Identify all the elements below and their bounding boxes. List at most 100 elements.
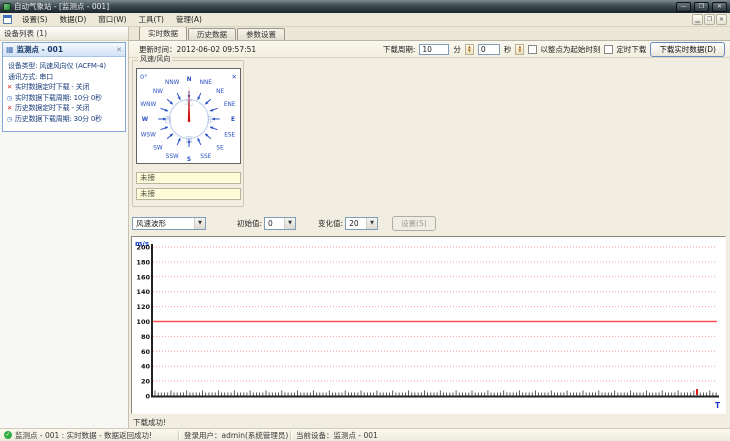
main-area: 设备列表 (1) ▦ 监测点 - 001 ✕ 设备类型: 风速风向仪 (ACFM… (0, 27, 730, 428)
waveform-select[interactable]: 风速波形 ▼ (132, 217, 206, 230)
menu-tools[interactable]: 工具(T) (133, 13, 170, 26)
minimize-icon[interactable]: — (676, 1, 691, 12)
mdi-close-icon[interactable]: ✕ (716, 14, 727, 25)
minutes-input[interactable]: 10 (419, 43, 450, 55)
update-time-label: 更新时间： (139, 44, 177, 54)
device-panel[interactable]: ▦ 监测点 - 001 ✕ 设备类型: 风速风向仪 (ACFM-4) 通讯方式:… (2, 42, 126, 132)
settings-button[interactable]: 设置(S) (392, 216, 436, 231)
wind-group: 风速/风向 0°✕北东南西NNNENEENEEESESESSESSSWSWWSW… (132, 56, 244, 207)
origin-time-label: 以整点为起始时刻 (540, 44, 601, 54)
svg-text:0°: 0° (140, 73, 147, 81)
mdi-window-icon[interactable] (3, 15, 12, 24)
svg-text:40: 40 (141, 363, 151, 371)
svg-text:NW: NW (153, 89, 163, 95)
initial-value-label: 初始值: (237, 219, 263, 228)
content-panel: 实时数据 历史数据 参数设置 更新时间： 2012-06-02 09:57:51… (129, 27, 730, 428)
menu-settings[interactable]: 设置(S) (16, 13, 54, 26)
svg-text:NE: NE (216, 89, 224, 95)
off-icon: ✕ (6, 104, 13, 112)
device-type-line: 设备类型: 风速风向仪 (ACFM-4) (8, 62, 106, 71)
delta-value-select[interactable]: 20 ▼ (345, 217, 379, 230)
seconds-stepper[interactable]: ▲ ▼ (515, 43, 525, 55)
svg-text:160: 160 (136, 273, 150, 281)
app-window: 自动气象站 - [监测点 - 001] — ❐ ✕ 设置(S) 数据(D) 窗口… (0, 0, 730, 441)
device-table-icon: ▦ (6, 44, 14, 54)
download-controls: 下载周期: 10 分 ▲ ▼ 0 秒 ▲ ▼ 以整点为起始时刻 定时下载 下载实… (382, 41, 725, 57)
device-panel-title: 监测点 - 001 (16, 45, 64, 54)
chevron-down-icon[interactable]: ▼ (284, 218, 296, 229)
download-cycle-label: 下载周期: (382, 44, 416, 54)
seconds-input[interactable]: 0 (477, 43, 500, 55)
svg-text:E: E (231, 117, 235, 123)
svg-text:SSE: SSE (200, 154, 211, 160)
statusbar-current-device: 当前设备：监测点 - 001 (296, 430, 378, 440)
close-icon[interactable]: ✕ (712, 1, 727, 12)
chevron-down-icon[interactable]: ▼ (194, 218, 205, 229)
svg-text:100: 100 (136, 318, 150, 326)
window-title: 自动气象站 - [监测点 - 001] (14, 2, 110, 11)
initial-value-select[interactable]: 0 ▼ (264, 217, 297, 230)
svg-text:SE: SE (216, 146, 224, 152)
spin-down-icon: ▼ (467, 48, 471, 53)
svg-text:120: 120 (136, 303, 150, 311)
device-panel-body: 设备类型: 风速风向仪 (ACFM-4) 通讯方式: 串口 ✕ 实时数据定时下载… (3, 57, 125, 131)
menu-bar: 设置(S) 数据(D) 窗口(W) 工具(T) 管理(A) ▁ ❐ ✕ (0, 13, 730, 27)
delta-value-label: 变化值: (318, 219, 344, 228)
off-icon: ✕ (6, 83, 13, 91)
download-status-message: 下载成功! (133, 418, 167, 427)
statusbar-login-user: 登录用户：admin(系统管理员) (184, 430, 289, 440)
svg-text:60: 60 (141, 348, 151, 356)
origin-time-checkbox[interactable] (528, 44, 538, 54)
titlebar: 自动气象站 - [监测点 - 001] — ❐ ✕ (0, 0, 730, 13)
waveform-chart: m/s 0 20 40 60 80 100 120 140 160 180 200 T (131, 236, 726, 414)
wind-group-label: 风速/风向 (138, 55, 173, 63)
wind-compass: 0°✕北东南西NNNENEENEEESESESSESSSWSWWSWWWNWNW… (136, 68, 241, 164)
svg-text:✕: ✕ (232, 73, 237, 81)
mdi-window-buttons: ▁ ❐ ✕ (692, 14, 727, 25)
timed-download-label: 定时下载 (616, 44, 647, 54)
minutes-stepper[interactable]: ▲ ▼ (464, 43, 474, 55)
svg-text:200: 200 (136, 244, 150, 252)
svg-text:WNW: WNW (140, 102, 156, 108)
chevron-down-icon[interactable]: ▼ (366, 218, 378, 229)
wind-speed-field: 未接 (136, 172, 241, 184)
tab-realtime-data[interactable]: 实时数据 (139, 27, 187, 40)
history-timed-download-line: ✕ 历史数据定时下载 - 关闭 (6, 104, 90, 113)
svg-text:SW: SW (153, 146, 163, 152)
device-panel-titlebar: ▦ 监测点 - 001 ✕ (3, 43, 125, 57)
restore-icon[interactable]: ❐ (694, 1, 709, 12)
mdi-minimize-icon[interactable]: ▁ (692, 14, 703, 25)
mdi-restore-icon[interactable]: ❐ (704, 14, 715, 25)
svg-text:180: 180 (136, 258, 150, 266)
download-realtime-button[interactable]: 下载实时数据(D) (650, 41, 725, 57)
compass-rose: 0°✕北东南西NNNENEENEEESESESSESSSWSWWSWWWNWNW… (140, 73, 237, 163)
timed-download-checkbox-group: 定时下载 (604, 44, 646, 55)
minutes-unit-label: 分 (453, 44, 461, 54)
svg-text:SSW: SSW (166, 154, 179, 160)
menu-window[interactable]: 窗口(W) (92, 13, 132, 26)
clock-icon: ◷ (6, 93, 13, 102)
tab-bar: 实时数据 历史数据 参数设置 (129, 27, 730, 41)
tab-history-data[interactable]: 历史数据 (188, 28, 236, 40)
device-sidebar: 设备列表 (1) ▦ 监测点 - 001 ✕ 设备类型: 风速风向仪 (ACFM… (0, 27, 129, 428)
svg-text:N: N (187, 77, 192, 83)
status-bar: ✓ 监测点 - 001 : 实时数据 - 数据返回成功! 登录用户：admin(… (0, 428, 730, 441)
timed-download-checkbox[interactable] (604, 44, 614, 54)
origin-time-checkbox-group: 以整点为起始时刻 (528, 44, 600, 55)
svg-text:ENE: ENE (224, 102, 236, 108)
chart-canvas: m/s020406080100120140160180200T (135, 240, 721, 410)
svg-text:WSW: WSW (141, 133, 156, 139)
panel-close-icon[interactable]: ✕ (116, 46, 122, 54)
menu-manage[interactable]: 管理(A) (170, 13, 208, 26)
svg-text:T: T (715, 401, 721, 410)
menu-data[interactable]: 数据(D) (54, 13, 93, 26)
tab-parameter-settings[interactable]: 参数设置 (237, 28, 285, 40)
seconds-unit-label: 秒 (503, 44, 512, 54)
comm-mode-line: 通讯方式: 串口 (8, 72, 53, 81)
spin-down-icon: ▼ (518, 48, 522, 53)
svg-text:80: 80 (141, 333, 151, 341)
wind-direction-field: 未接 (136, 188, 241, 200)
history-cycle-line: ◷ 历史数据下载周期: 30分 0秒 (6, 114, 102, 123)
svg-text:W: W (142, 117, 149, 123)
svg-text:S: S (187, 157, 191, 163)
